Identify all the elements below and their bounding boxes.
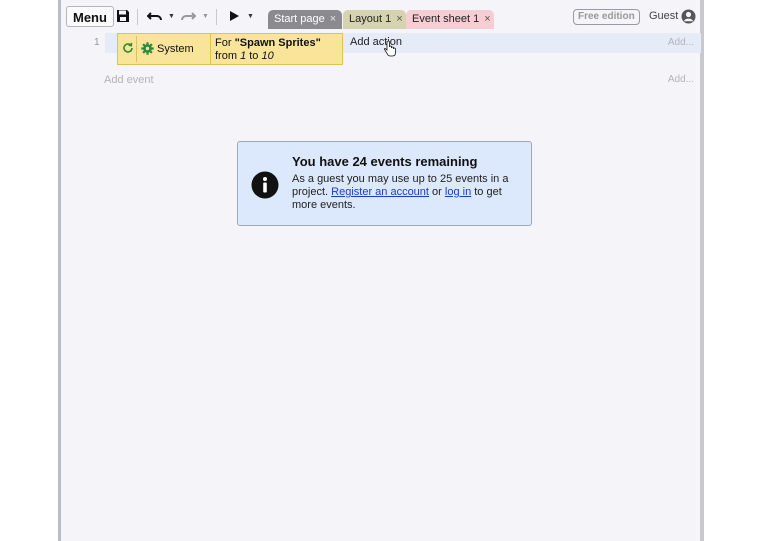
event-condition-block[interactable]: System For "Spawn Sprites" from 1 to 10 — [117, 33, 343, 65]
toolbar: Menu ▼ ▼ ▼ Start page × Layout 1 × Event… — [61, 0, 700, 34]
tab-start-page[interactable]: Start page × — [268, 10, 342, 29]
user-avatar-icon[interactable] — [681, 9, 696, 27]
log-in-link[interactable]: log in — [445, 186, 471, 198]
add-sub-event-link[interactable]: Add... — [668, 37, 694, 48]
play-icon[interactable] — [229, 7, 240, 25]
user-label[interactable]: Guest — [649, 10, 678, 22]
condition-divider — [210, 34, 211, 64]
condition-object-label: System — [157, 43, 194, 55]
save-icon[interactable] — [116, 7, 130, 25]
add-menu-link[interactable]: Add... — [668, 74, 694, 85]
condition-divider — [136, 36, 137, 62]
tab-layout-1[interactable]: Layout 1 × — [343, 10, 406, 29]
add-event-link[interactable]: Add event — [104, 74, 154, 86]
condition-from: from — [215, 50, 241, 62]
gear-icon — [141, 42, 154, 58]
redo-icon[interactable] — [180, 7, 196, 25]
loop-end: 10 — [261, 50, 274, 62]
editor-window: Menu ▼ ▼ ▼ Start page × Layout 1 × Event… — [58, 0, 704, 541]
tab-label: Event sheet 1 — [412, 13, 480, 25]
tab-label: Start page — [274, 13, 325, 25]
tab-label: Layout 1 — [349, 13, 392, 25]
close-icon[interactable]: × — [330, 10, 336, 29]
condition-text[interactable]: For "Spawn Sprites" from 1 to 10 — [215, 37, 321, 63]
notice-title: You have 24 events remaining — [292, 154, 478, 169]
toolbar-separator — [216, 9, 217, 25]
undo-icon[interactable] — [147, 7, 163, 25]
condition-to: to — [246, 50, 262, 62]
hand-cursor-icon — [383, 40, 396, 60]
guest-events-notice: You have 24 events remaining As a guest … — [237, 141, 532, 226]
loop-icon — [122, 42, 134, 57]
undo-dropdown-chevron-icon[interactable]: ▼ — [168, 7, 175, 25]
info-icon — [251, 171, 279, 202]
condition-prefix: For — [215, 37, 235, 49]
toolbar-separator — [137, 9, 138, 25]
menu-button[interactable]: Menu — [66, 6, 114, 27]
tab-event-sheet-1[interactable]: Event sheet 1 × — [406, 10, 494, 29]
play-dropdown-chevron-icon[interactable]: ▼ — [247, 7, 254, 25]
notice-body: As a guest you may use up to 25 events i… — [292, 173, 522, 212]
event-number: 1 — [94, 37, 100, 48]
redo-dropdown-chevron-icon[interactable]: ▼ — [202, 7, 209, 25]
loop-name: "Spawn Sprites" — [234, 37, 321, 49]
free-edition-badge[interactable]: Free edition — [573, 9, 640, 25]
notice-or: or — [428, 186, 445, 198]
close-icon[interactable]: × — [396, 10, 402, 29]
close-icon[interactable]: × — [484, 10, 490, 29]
register-account-link[interactable]: Register an account — [331, 186, 429, 198]
